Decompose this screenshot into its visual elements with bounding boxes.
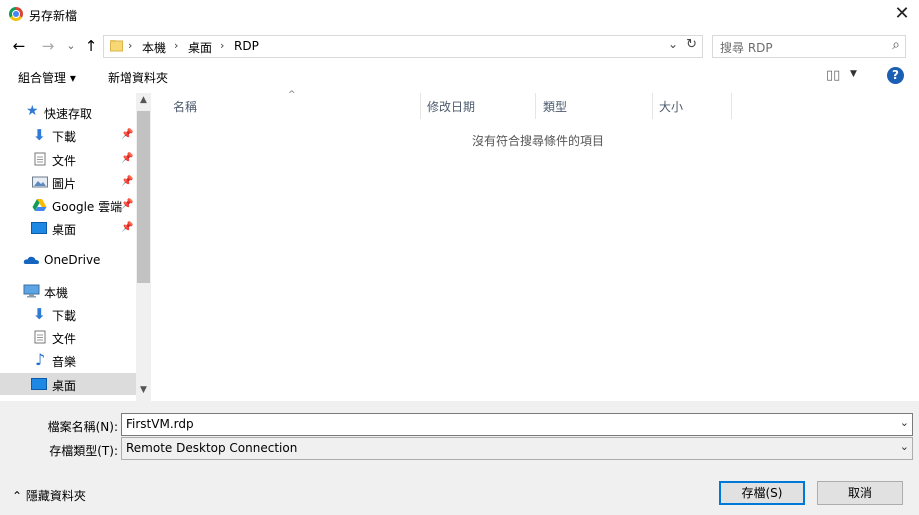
onedrive-icon: [23, 256, 39, 264]
save-button[interactable]: 存檔(S): [719, 481, 805, 505]
up-button[interactable]: ↑: [83, 36, 99, 56]
chevron-down-icon[interactable]: ⌄: [900, 440, 909, 453]
pin-icon: 📌: [121, 129, 134, 140]
this-pc-icon: [23, 284, 40, 298]
chrome-app-icon: [9, 7, 23, 21]
pin-icon: 📌: [121, 176, 134, 187]
column-divider[interactable]: [535, 93, 536, 119]
pin-icon: 📌: [121, 222, 134, 233]
scroll-down-icon[interactable]: ▼: [136, 385, 151, 395]
sidebar-item-label: 音樂: [52, 355, 77, 369]
sidebar-item-label: OneDrive: [44, 253, 101, 267]
cancel-button[interactable]: 取消: [817, 481, 903, 505]
navigation-pane: ★ 快速存取 ⬇ 下載 📌 文件 📌 圖片 📌 Google 雲端 📌 桌面 📌…: [0, 93, 136, 401]
breadcrumb-desktop[interactable]: 桌面: [188, 39, 212, 56]
breadcrumb-separator: ›: [128, 39, 133, 52]
column-header-type[interactable]: 類型: [543, 98, 567, 115]
refresh-icon[interactable]: ↻: [686, 37, 697, 52]
sidebar-item-pc-documents[interactable]: 文件: [0, 326, 136, 348]
desktop-icon: [31, 222, 47, 234]
organize-button[interactable]: 組合管理 ▾: [18, 69, 76, 86]
sidebar-item-label: 桌面: [52, 223, 77, 237]
address-dropdown-icon[interactable]: ⌄: [668, 37, 678, 51]
help-icon[interactable]: ?: [887, 67, 904, 84]
window-title: 另存新檔: [29, 9, 78, 23]
filename-field[interactable]: FirstVM.rdp ⌄: [121, 413, 913, 436]
filename-label: 檔案名稱(N):: [47, 420, 118, 434]
sort-ascending-icon: ^: [288, 90, 296, 100]
file-list: ^ 名稱 修改日期 類型 大小 沒有符合搜尋條件的項目: [152, 90, 919, 401]
filetype-value: Remote Desktop Connection: [126, 441, 298, 455]
back-button[interactable]: ←: [11, 36, 27, 56]
column-header-modified[interactable]: 修改日期: [427, 98, 475, 115]
sidebar-item-label: 快速存取: [44, 107, 93, 121]
sidebar-item-onedrive[interactable]: OneDrive: [0, 249, 136, 271]
command-toolbar: 組合管理 ▾ 新增資料夾 ▯▯ ▼ ?: [0, 63, 919, 90]
empty-list-message: 沒有符合搜尋條件的項目: [472, 134, 605, 148]
sidebar-item-label: 文件: [52, 154, 77, 168]
sidebar-item-label: 圖片: [52, 177, 77, 191]
address-bar[interactable]: › 本機 › 桌面 › RDP ⌄ ↻: [103, 35, 703, 58]
sidebar-item-pc-music[interactable]: ♪ 音樂: [0, 349, 136, 371]
breadcrumb-rdp[interactable]: RDP: [234, 39, 259, 53]
google-drive-icon: [32, 199, 47, 211]
sidebar-item-label: 下載: [52, 130, 77, 144]
navigation-scrollbar[interactable]: ▲ ▼: [136, 93, 151, 401]
scroll-up-icon[interactable]: ▲: [136, 95, 151, 105]
filetype-label: 存檔類型(T):: [49, 444, 118, 458]
column-divider[interactable]: [652, 93, 653, 119]
hide-folders-button[interactable]: ⌃ 隱藏資料夾: [12, 487, 86, 504]
download-icon: ⬇: [33, 126, 46, 144]
sidebar-item-label: 文件: [52, 332, 77, 346]
sidebar-item-pc-downloads[interactable]: ⬇ 下載: [0, 303, 136, 325]
view-options-icon[interactable]: ▯▯: [826, 68, 840, 83]
sidebar-item-this-pc[interactable]: 本機: [0, 280, 136, 302]
column-divider[interactable]: [731, 93, 732, 119]
column-header-size[interactable]: 大小: [659, 98, 683, 115]
document-icon: [34, 330, 46, 344]
sidebar-item-label: Google 雲端: [52, 200, 123, 214]
download-icon: ⬇: [33, 305, 46, 323]
sidebar-item-label: 下載: [52, 309, 77, 323]
filetype-select[interactable]: Remote Desktop Connection ⌄: [121, 437, 913, 460]
desktop-icon: [31, 378, 47, 390]
save-form-panel: 檔案名稱(N): FirstVM.rdp ⌄ 存檔類型(T): Remote D…: [0, 401, 919, 515]
title-bar: 另存新檔 ✕: [0, 0, 919, 28]
breadcrumb-this-pc[interactable]: 本機: [142, 39, 166, 56]
sidebar-item-label: 本機: [44, 286, 69, 300]
filename-input[interactable]: FirstVM.rdp: [126, 417, 194, 431]
search-input[interactable]: 搜尋 RDP: [720, 39, 773, 56]
sidebar-item-quick-access[interactable]: ★ 快速存取: [0, 101, 136, 123]
sidebar-item-pc-desktop[interactable]: 桌面: [0, 373, 136, 395]
breadcrumb-separator: ›: [220, 39, 225, 52]
document-icon: [34, 152, 46, 166]
column-header-name[interactable]: 名稱: [173, 98, 197, 115]
close-button[interactable]: ✕: [889, 2, 915, 26]
sidebar-item-downloads[interactable]: ⬇ 下載 📌: [0, 124, 136, 146]
view-dropdown-icon[interactable]: ▼: [850, 69, 857, 79]
new-folder-button[interactable]: 新增資料夾: [108, 69, 168, 86]
forward-button[interactable]: →: [40, 36, 56, 56]
scrollbar-thumb[interactable]: [137, 111, 150, 283]
sidebar-item-google-drive[interactable]: Google 雲端 📌: [0, 194, 136, 216]
pin-icon: 📌: [121, 199, 134, 210]
folder-icon: [110, 40, 123, 52]
sidebar-item-label: 桌面: [52, 379, 77, 393]
pictures-icon: [32, 176, 48, 188]
chevron-down-icon[interactable]: ⌄: [900, 416, 909, 429]
sidebar-item-desktop[interactable]: 桌面 📌: [0, 217, 136, 239]
star-icon: ★: [26, 103, 39, 119]
pin-icon: 📌: [121, 153, 134, 164]
search-icon[interactable]: ⌕: [892, 37, 900, 53]
sidebar-item-documents[interactable]: 文件 📌: [0, 148, 136, 170]
search-box[interactable]: 搜尋 RDP ⌕: [712, 35, 906, 58]
breadcrumb-separator: ›: [174, 39, 179, 52]
music-icon: ♪: [35, 350, 46, 369]
recent-locations-button[interactable]: ⌄: [63, 36, 79, 56]
sidebar-item-pictures[interactable]: 圖片 📌: [0, 171, 136, 193]
column-divider[interactable]: [420, 93, 421, 119]
